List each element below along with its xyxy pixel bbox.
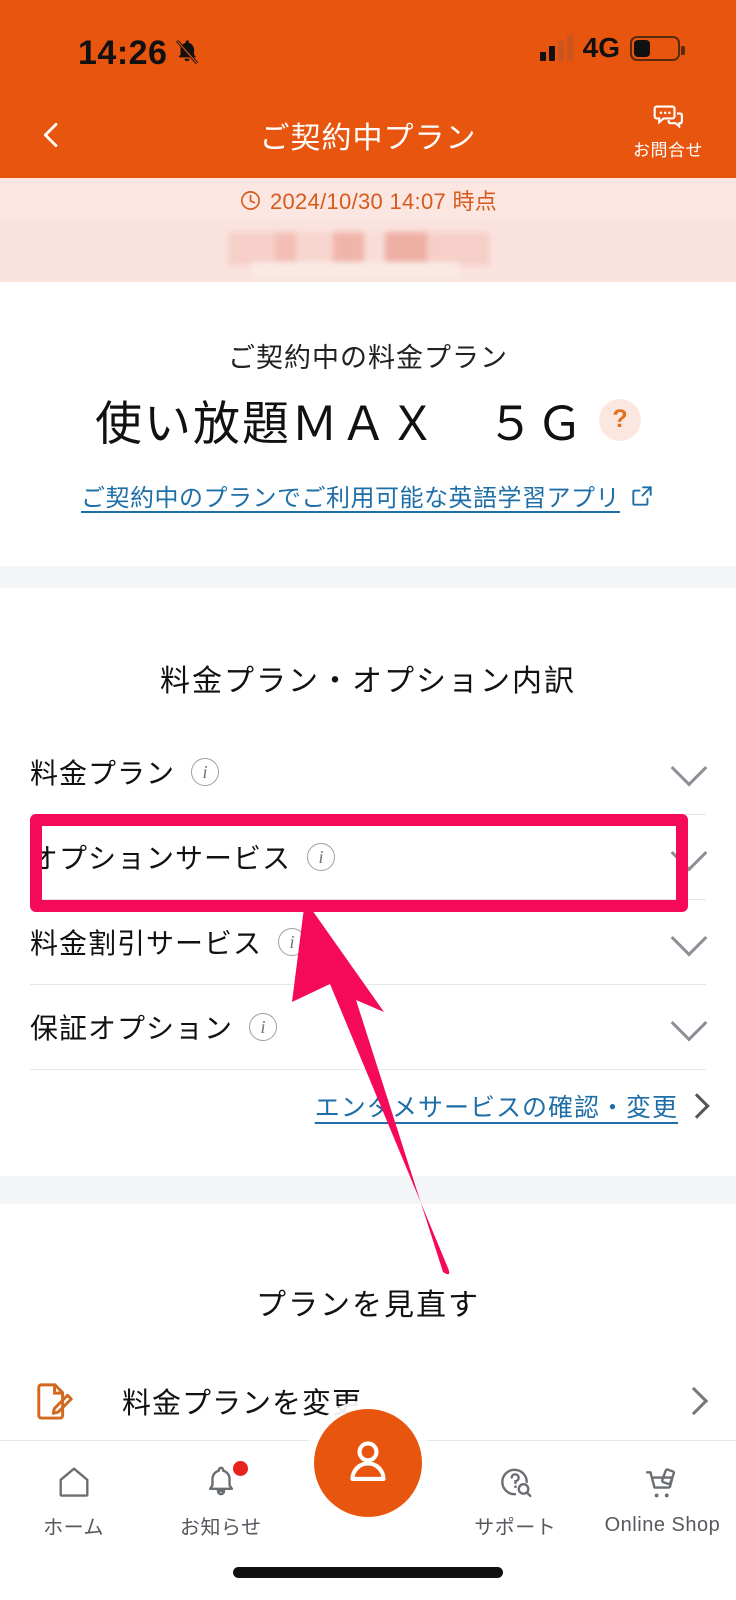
chevron-down-icon — [670, 919, 708, 957]
contact-button[interactable]: お問合せ — [620, 100, 716, 161]
tab-support[interactable]: サポート — [442, 1441, 589, 1561]
timestamp-text: 2024/10/30 14:07 時点 — [269, 189, 498, 214]
entertainment-service-link-label: エンタメサービスの確認・変更 — [314, 1094, 678, 1122]
redacted-account-subline — [250, 262, 460, 278]
home-indicator — [233, 1567, 503, 1578]
cart-phone-icon — [646, 1467, 676, 1497]
phone-screen: 14:26 4G ご契約中プラン お問合せ 2024/10/30 14:07 時… — [0, 0, 736, 1600]
info-icon[interactable]: i — [249, 1013, 278, 1041]
timestamp-banner: 2024/10/30 14:07 時点 — [0, 178, 736, 222]
accordion-row-plan[interactable]: 料金プラン i — [30, 730, 708, 815]
english-app-link[interactable]: ご契約中のプランでご利用可能な英語学習アプリ — [0, 478, 736, 513]
chevron-down-icon — [670, 1004, 708, 1042]
tab-home-label: ホーム — [43, 1516, 105, 1539]
change-plan-label: 料金プランを変更 — [122, 1388, 363, 1420]
review-plan-card: プランを見直す 料金プランを変更 — [0, 1204, 736, 1440]
section-gap-2 — [0, 1176, 736, 1204]
clock-icon — [241, 190, 260, 210]
current-plan-card: ご契約中の料金プラン 使い放題ＭＡＸ ５Ｇ ? ご契約中のプランでご利用可能な英… — [0, 282, 736, 566]
tab-mydata[interactable] — [294, 1409, 441, 1561]
review-plan-title: プランを見直す — [256, 1289, 480, 1322]
current-plan-label: ご契約中の料金プラン — [228, 343, 508, 373]
info-icon[interactable]: i — [278, 928, 307, 956]
bottom-tab-bar: ホーム お知らせ サポート Online Shop — [0, 1409, 736, 1600]
current-plan-name-row: 使い放題ＭＡＸ ５Ｇ ? — [0, 385, 736, 454]
tab-notifications-label: お知らせ — [180, 1516, 262, 1539]
entertainment-service-link[interactable]: エンタメサービスの確認・変更 — [314, 1088, 710, 1124]
network-type: 4G — [582, 32, 620, 63]
chevron-right-icon — [684, 1093, 710, 1119]
info-icon[interactable]: i — [191, 758, 220, 786]
tab-online-shop[interactable]: Online Shop — [589, 1441, 736, 1561]
app-header: ご契約中プラン お問合せ — [0, 92, 736, 178]
plan-breakdown-card: 料金プラン・オプション内訳 料金プラン i オプションサービス i 料金割引サー… — [0, 588, 736, 1176]
notification-badge — [232, 1461, 248, 1476]
current-plan-name: 使い放題ＭＡＸ ５Ｇ — [95, 397, 585, 450]
signal-bars-icon — [539, 35, 573, 61]
tab-support-label: サポート — [474, 1516, 557, 1539]
chevron-down-icon — [670, 834, 708, 872]
home-icon — [59, 1467, 89, 1497]
accordion-label: オプションサービス — [30, 843, 292, 874]
accordion-row-warranty-option[interactable]: 保証オプション i — [30, 985, 708, 1070]
help-icon[interactable]: ? — [599, 398, 641, 441]
question-search-icon — [501, 1468, 532, 1497]
tab-home[interactable]: ホーム — [0, 1441, 147, 1561]
tab-online-shop-label: Online Shop — [604, 1513, 721, 1536]
person-icon — [350, 1441, 386, 1482]
contact-label: お問合せ — [633, 141, 703, 160]
info-icon[interactable]: i — [307, 843, 336, 871]
chevron-down-icon — [670, 749, 708, 787]
accordion-label: 保証オプション — [30, 1013, 234, 1044]
battery-icon — [630, 35, 685, 61]
external-link-icon — [632, 485, 652, 506]
section-gap-1 — [0, 566, 736, 588]
status-right-cluster: 4G — [539, 32, 685, 64]
accordion-list: 料金プラン i オプションサービス i 料金割引サービス i 保証オプション i — [0, 730, 736, 1070]
bell-slash-icon — [172, 36, 202, 68]
chat-bubble-icon — [653, 105, 683, 129]
english-app-link-label: ご契約中のプランでご利用可能な英語学習アプリ — [81, 485, 620, 512]
breakdown-title: 料金プラン・オプション内訳 — [160, 665, 576, 698]
chevron-right-icon — [679, 1386, 709, 1416]
tab-notifications[interactable]: お知らせ — [147, 1441, 294, 1561]
status-time: 14:26 — [78, 34, 168, 72]
accordion-row-option-service[interactable]: オプションサービス i — [30, 815, 708, 900]
accordion-label: 料金割引サービス — [30, 928, 263, 959]
accordion-row-discount-service[interactable]: 料金割引サービス i — [30, 900, 708, 985]
redacted-account-name — [228, 232, 490, 266]
mydata-fab-button[interactable] — [314, 1409, 422, 1517]
accordion-label: 料金プラン — [30, 758, 176, 789]
status-bar: 14:26 4G — [0, 0, 736, 92]
document-edit-icon — [37, 1383, 73, 1420]
